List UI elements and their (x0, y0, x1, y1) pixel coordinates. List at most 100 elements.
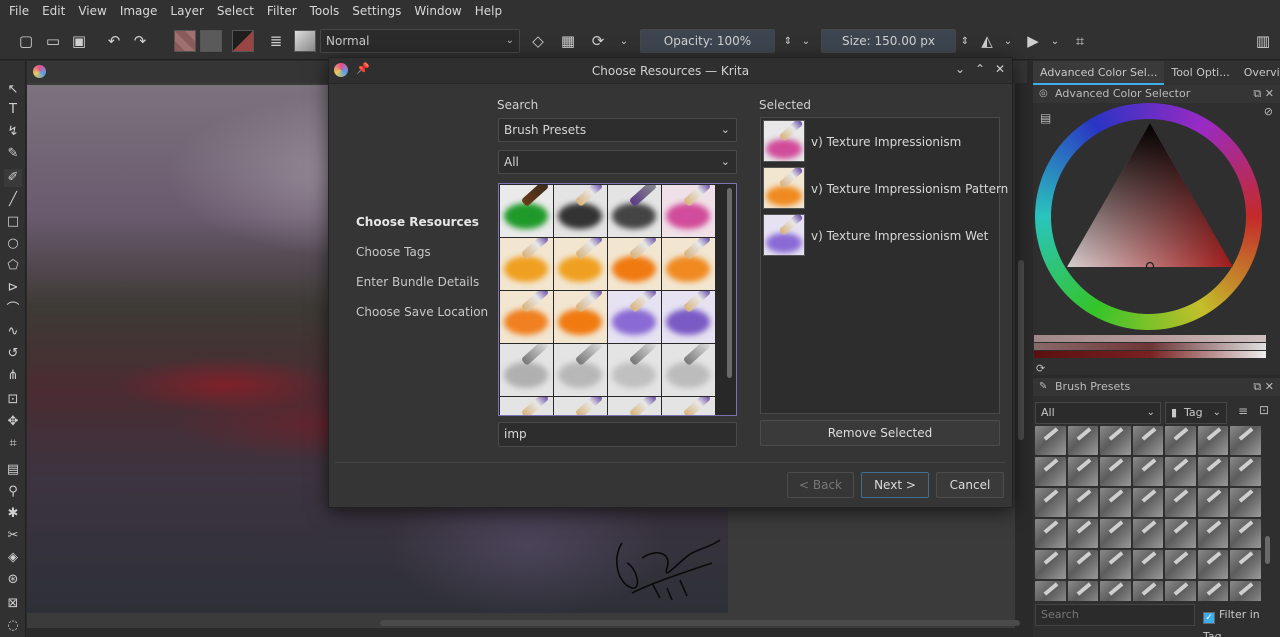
mirror-vertical-icon[interactable]: ▶ (1023, 31, 1043, 51)
brush-preset-thumb[interactable] (1100, 581, 1131, 601)
multibrush-icon[interactable]: ⋔ (4, 367, 22, 385)
wrap-around-icon[interactable]: ⌗ (1070, 31, 1090, 51)
opacity-slider[interactable]: Opacity: 100% (640, 29, 775, 53)
color-slider-1[interactable] (1034, 335, 1266, 342)
brush-preset-thumb[interactable] (1067, 519, 1099, 548)
brush-preset-thumb[interactable] (1197, 519, 1229, 548)
document-tab-icon[interactable] (33, 65, 46, 78)
save-icon[interactable]: ▣ (69, 31, 89, 51)
menu-filter[interactable]: Filter (260, 0, 303, 22)
menu-select[interactable]: Select (210, 0, 260, 22)
brush-preset-thumb[interactable] (1197, 550, 1229, 579)
color-slider-3[interactable] (1034, 351, 1266, 358)
resource-thumb[interactable] (500, 238, 553, 290)
spin-arrows-icon[interactable]: ⇕ (955, 31, 975, 51)
alpha-lock-icon[interactable]: ▦ (558, 31, 578, 51)
resource-thumb[interactable] (608, 291, 661, 343)
brush-preset-thumb[interactable] (1230, 488, 1261, 517)
saturation-value-triangle[interactable] (1065, 121, 1235, 269)
canvas-horizontal-scrollbar[interactable] (380, 620, 1020, 626)
resource-grid-scrollbar[interactable] (727, 188, 732, 378)
assistant-tool-icon[interactable]: ✂ (4, 527, 22, 545)
size-slider[interactable]: Size: 150.00 px (821, 29, 956, 53)
selector-settings-icon[interactable]: ▤ (1040, 111, 1051, 125)
text-tool-icon[interactable]: T (4, 101, 22, 119)
select-ellipse-icon[interactable]: ◌ (4, 617, 22, 635)
transform-tool-icon[interactable]: ⊡ (4, 391, 22, 409)
refresh-icon[interactable]: ⟳ (1036, 362, 1045, 375)
brush-settings-icon[interactable]: ≣ (266, 31, 286, 51)
freehand-brush-icon[interactable]: ✐ (4, 169, 22, 187)
resource-thumb[interactable] (554, 185, 607, 237)
brush-preset-thumb[interactable] (1230, 519, 1261, 548)
menu-layer[interactable]: Layer (163, 0, 209, 22)
brush-preset-thumb[interactable] (1230, 457, 1261, 486)
resource-thumb[interactable] (608, 185, 661, 237)
menu-window[interactable]: Window (407, 0, 467, 22)
reference-tool-icon[interactable]: ⊛ (4, 571, 22, 589)
gradient-swatch[interactable] (174, 30, 196, 52)
brush-preset-grid[interactable] (1035, 426, 1261, 601)
menu-file[interactable]: File (2, 0, 35, 22)
brush-preset-thumb[interactable] (1035, 457, 1066, 486)
smart-patch-icon[interactable]: ✱ (4, 505, 22, 523)
brush-preset-thumb[interactable] (1132, 426, 1164, 455)
resource-thumb[interactable] (554, 344, 607, 396)
color-slider-2[interactable] (1034, 343, 1266, 350)
selected-item[interactable]: v) Texture Impressionism (763, 120, 995, 164)
no-color-icon[interactable]: ⊘ (1264, 105, 1273, 118)
next-button[interactable]: Next > (861, 472, 929, 498)
brush-preset-thumb[interactable] (1067, 488, 1099, 517)
brush-preset-thumb[interactable] (1067, 581, 1099, 601)
brush-preset-thumb[interactable] (1165, 581, 1196, 601)
remove-selected-button[interactable]: Remove Selected (760, 420, 1000, 446)
resource-thumb[interactable] (554, 397, 607, 415)
ellipse-tool-icon[interactable]: ○ (4, 235, 22, 253)
brush-preset-thumb[interactable] (1035, 519, 1066, 548)
pattern-swatch[interactable] (200, 30, 222, 52)
brush-preset-thumb[interactable] (1165, 426, 1196, 455)
resource-thumb[interactable] (554, 291, 607, 343)
resource-thumb[interactable] (500, 344, 553, 396)
cancel-button[interactable]: Cancel (936, 472, 1004, 498)
workspace-icon[interactable]: ▥ (1253, 31, 1273, 51)
brush-preset-thumb[interactable] (1100, 488, 1131, 517)
brush-preset-thumb[interactable] (1035, 581, 1066, 601)
polyline-tool-icon[interactable]: ⊳ (4, 279, 22, 297)
brush-preset-thumb[interactable] (1035, 550, 1066, 579)
chevron-down-icon[interactable]: ⌄ (614, 31, 634, 51)
menu-help[interactable]: Help (468, 0, 508, 22)
brush-preset-thumb[interactable] (1132, 519, 1164, 548)
menu-view[interactable]: View (71, 0, 112, 22)
back-button[interactable]: < Back (787, 472, 854, 498)
chevron-down-icon[interactable]: ⌄ (796, 31, 816, 51)
bp-search-input[interactable]: Search (1035, 604, 1195, 626)
resource-thumb[interactable] (662, 238, 715, 290)
polygon-tool-icon[interactable]: ⬠ (4, 257, 22, 275)
bp-tag-filter-combo[interactable]: All ⌄ (1035, 402, 1161, 424)
brush-preset-thumb[interactable] (1197, 457, 1229, 486)
resource-thumb[interactable] (500, 397, 553, 415)
maximize-icon[interactable]: ⌃ (975, 62, 985, 76)
resource-filter-input[interactable]: imp (498, 422, 737, 447)
view-options-icon[interactable]: ≡ (1238, 404, 1248, 418)
brush-preset-thumb[interactable] (1067, 550, 1099, 579)
brush-preset-thumb[interactable] (1230, 426, 1261, 455)
brush-preset-thumb[interactable] (1197, 581, 1229, 601)
undo-icon[interactable]: ↶ (104, 31, 124, 51)
resource-type-combo[interactable]: Brush Presets ⌄ (498, 118, 737, 142)
menu-image[interactable]: Image (113, 0, 164, 22)
chevron-down-icon[interactable]: ⌄ (1045, 31, 1065, 51)
select-rect-icon[interactable]: ⊠ (4, 595, 22, 613)
resource-thumb[interactable] (500, 185, 553, 237)
brush-preset-thumb[interactable] (1132, 581, 1164, 601)
brush-preset-thumb[interactable] (1165, 550, 1196, 579)
brush-preset-thumb[interactable] (1100, 426, 1131, 455)
bp-filter-in-tag-checkbox[interactable]: ✓ Filter in Tag (1203, 604, 1280, 637)
brush-preset-thumb[interactable] (1165, 519, 1196, 548)
minimize-icon[interactable]: ⌄ (955, 62, 965, 76)
new-document-icon[interactable]: ▢ (16, 31, 36, 51)
menu-tools[interactable]: Tools (303, 0, 346, 22)
fill-tool-icon[interactable]: ◈ (4, 549, 22, 567)
bezier-tool-icon[interactable]: ⌒ (4, 301, 22, 319)
